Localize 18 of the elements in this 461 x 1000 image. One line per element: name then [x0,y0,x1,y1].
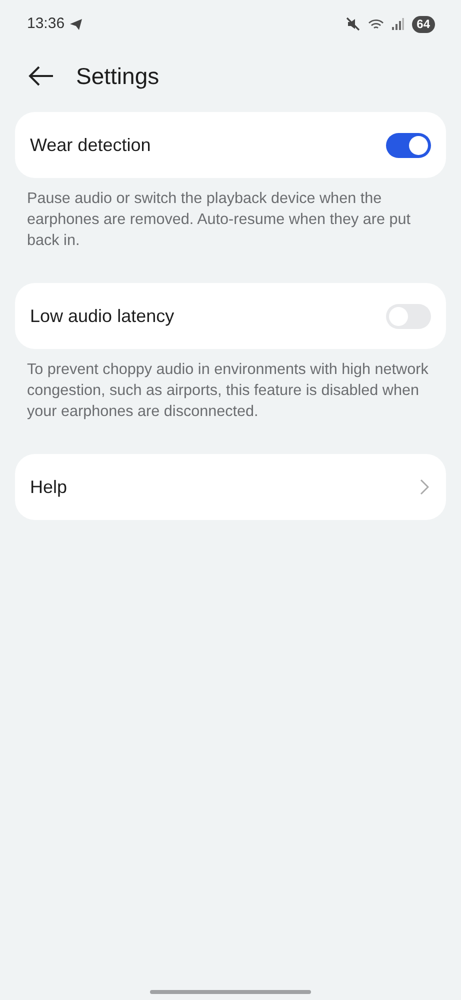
chevron-right-icon [420,479,429,495]
setting-description: To prevent choppy audio in environments with high network congestion, such as airports, this feature is disabled when your earphones are disconnected. [26,360,430,422]
signal-icon [392,18,404,30]
setting-description: Pause audio or switch the playback device when the earphones are removed. Auto-resume when they are put back in. [26,189,412,251]
setting-label: Wear detection [30,134,151,156]
status-time: 13:36 [27,14,65,34]
page-title: Settings [76,62,160,91]
setting-row[interactable]: Help [15,454,446,520]
setting-row[interactable]: Low audio latency [15,283,446,349]
toggle-switch[interactable] [386,132,431,158]
setting-row[interactable]: Wear detection [15,112,446,178]
setting-label: Low audio latency [30,304,174,328]
send-icon [68,18,83,30]
wifi-icon [368,18,384,30]
setting-label: Help [30,476,68,499]
mute-icon [346,17,360,31]
back-icon[interactable] [28,66,54,86]
battery-level: 64 [412,16,435,32]
